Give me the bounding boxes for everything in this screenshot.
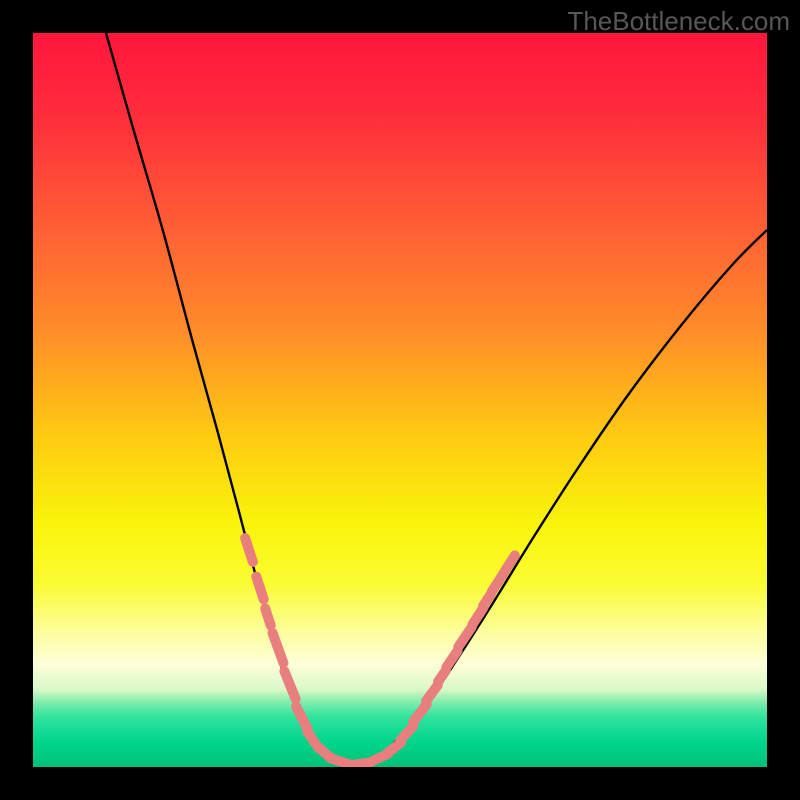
plot-area	[33, 33, 767, 767]
chart-frame: TheBottleneck.com	[0, 0, 800, 800]
marker-dash	[256, 577, 263, 600]
watermark-text: TheBottleneck.com	[567, 6, 790, 37]
marker-dash	[265, 608, 271, 625]
gradient-rect	[33, 33, 767, 767]
chart-svg	[33, 33, 767, 767]
marker-dash	[483, 594, 491, 606]
